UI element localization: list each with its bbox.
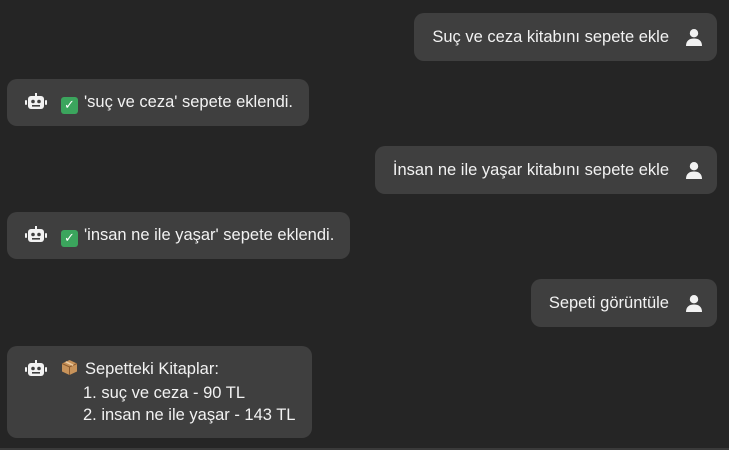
message-text: Suç ve ceza kitabını sepete ekle [432,27,669,46]
package-icon [61,359,78,382]
cart-title: Sepetteki Kitaplar: [85,360,219,378]
message-text: 'suç ve ceza' sepete eklendi. [84,93,294,111]
bot-message: Sepetteki Kitaplar: 1. suç ve ceza - 90 … [7,346,312,438]
check-mark-icon: ✓ [61,97,78,114]
cart-list: 1. suç ve ceza - 90 TL 2. insan ne ile y… [61,382,296,426]
list-item: 2. insan ne ile yaşar - 143 TL [83,406,296,424]
message-text: İnsan ne ile yaşar kitabını sepete ekle [392,160,669,179]
user-message: Suç ve ceza kitabını sepete ekle [414,13,717,61]
list-item: 1. suç ve ceza - 90 TL [83,384,246,402]
chat-window: Suç ve ceza kitabını sepete ekle ✓ 'suç v… [0,0,729,450]
user-icon [685,28,703,46]
robot-icon [25,226,47,244]
robot-icon [25,360,47,378]
user-icon [685,161,703,179]
user-message: İnsan ne ile yaşar kitabını sepete ekle [374,146,717,194]
bot-message: ✓ 'suç ve ceza' sepete eklendi. [7,79,310,126]
robot-icon [25,93,47,111]
user-message: Sepeti görüntüle [530,279,717,327]
message-text: 'insan ne ile yaşar' sepete eklendi. [84,226,335,244]
check-mark-icon: ✓ [61,230,78,247]
bot-message: ✓ 'insan ne ile yaşar' sepete eklendi. [7,212,351,259]
user-icon [685,294,703,312]
cart-summary: Sepetteki Kitaplar: 1. suç ve ceza - 90 … [61,358,296,426]
message-text: Sepeti görüntüle [548,293,669,312]
